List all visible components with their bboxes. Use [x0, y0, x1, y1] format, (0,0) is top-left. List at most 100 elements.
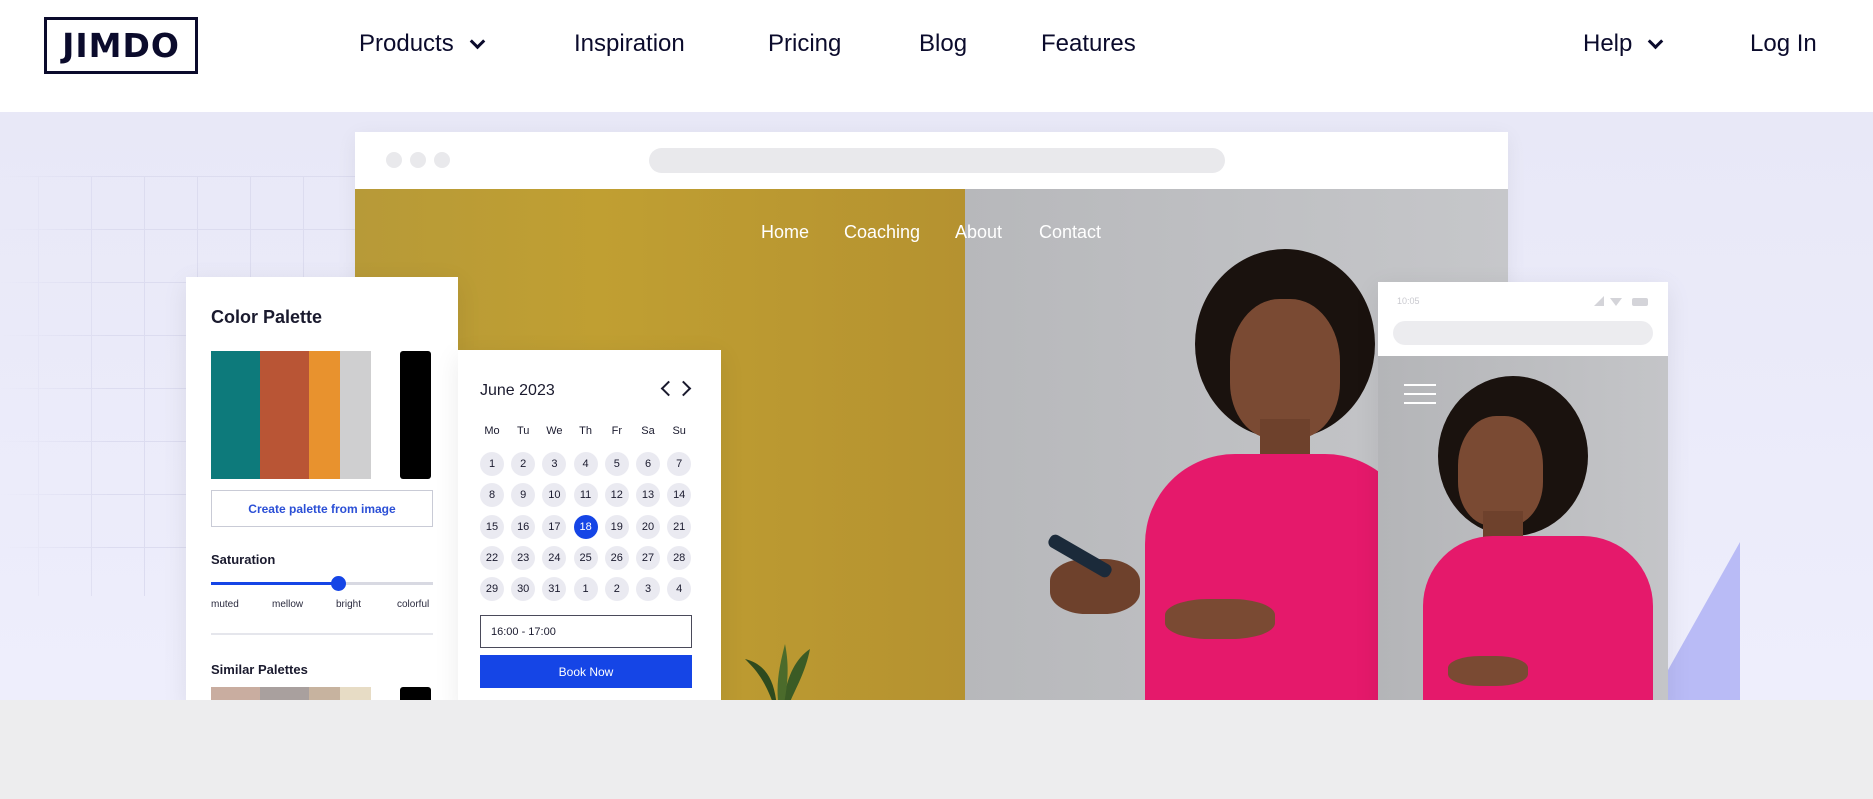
nav-blog[interactable]: Blog	[919, 30, 967, 58]
login-link[interactable]: Log In	[1750, 30, 1817, 58]
calendar-day[interactable]: 13	[636, 483, 660, 508]
calendar-day[interactable]: 2	[511, 452, 536, 476]
color-swatch[interactable]	[260, 351, 309, 479]
calendar-weekday: Mo	[484, 425, 500, 437]
window-dot-icon	[410, 152, 426, 168]
calendar-day[interactable]: 7	[667, 452, 692, 476]
calendar-day[interactable]: 18	[573, 514, 598, 539]
calendar-weekday: We	[546, 425, 563, 437]
calendar-day[interactable]: 3	[542, 452, 567, 476]
saturation-slider[interactable]	[211, 576, 433, 591]
nav-pricing[interactable]: Pricing	[768, 30, 841, 58]
color-swatch[interactable]	[340, 351, 371, 479]
browser-url-bar	[649, 148, 1225, 173]
calendar-day[interactable]: 4	[667, 577, 692, 602]
palette-title: Color Palette	[211, 307, 323, 327]
calendar-day[interactable]: 4	[573, 452, 598, 476]
status-icons	[1594, 296, 1648, 306]
hero-section: Home Coaching About Contact Color Palett…	[0, 112, 1873, 700]
chevron-down-icon	[1648, 33, 1664, 49]
color-swatch[interactable]	[340, 687, 371, 700]
window-dot-icon	[434, 152, 450, 168]
window-dot-icon	[386, 152, 402, 168]
calendar-day[interactable]: 3	[636, 577, 660, 602]
saturation-tick-colorful: colorful	[397, 599, 430, 610]
calendar-day[interactable]: 8	[480, 483, 504, 508]
woman-photo	[995, 229, 1415, 700]
chevron-down-icon	[469, 33, 485, 49]
calendar-day[interactable]: 10	[542, 483, 567, 508]
calendar-weekday: Tu	[516, 425, 530, 437]
site-nav-home: Home	[761, 222, 810, 242]
color-palette-card: Color Palette Create palette from image …	[186, 277, 458, 700]
calendar-day[interactable]: 24	[542, 545, 567, 570]
calendar-day[interactable]: 1	[480, 452, 504, 476]
mobile-site-preview	[1378, 356, 1668, 700]
calendar-day[interactable]: 16	[511, 514, 536, 539]
saturation-tick-bright: bright	[336, 599, 362, 610]
calendar-month: June 2023	[480, 382, 555, 399]
color-swatch[interactable]	[260, 687, 309, 700]
saturation-label: Saturation	[211, 552, 276, 567]
calendar-day[interactable]: 30	[511, 577, 536, 602]
site-nav-coaching: Coaching	[844, 222, 921, 242]
nav-products-label: Products	[359, 30, 454, 57]
color-swatch[interactable]	[309, 687, 340, 700]
calendar-day[interactable]: 29	[480, 577, 504, 602]
calendar-day[interactable]: 27	[636, 545, 660, 570]
page-footer-area	[0, 700, 1873, 799]
calendar-day[interactable]: 1	[573, 577, 598, 602]
calendar-day[interactable]: 17	[542, 514, 567, 539]
nav-help-label: Help	[1583, 30, 1633, 57]
calendar-day[interactable]: 5	[604, 452, 629, 476]
saturation-tick-muted: muted	[211, 599, 239, 610]
color-swatch[interactable]	[211, 351, 260, 479]
woman-photo-mobile	[1418, 366, 1668, 700]
chevron-left-icon[interactable]	[660, 380, 677, 397]
nav-features[interactable]: Features	[1041, 30, 1136, 58]
color-swatch[interactable]	[400, 687, 431, 700]
calendar-day[interactable]: 14	[667, 483, 692, 508]
calendar-day[interactable]: 12	[604, 483, 629, 508]
calendar-day[interactable]: 2	[604, 577, 629, 602]
similar-palettes-label: Similar Palettes	[211, 662, 308, 677]
saturation-slider-knob[interactable]	[330, 576, 346, 591]
create-palette-button[interactable]: Create palette from image	[211, 490, 433, 527]
plant-image	[745, 644, 810, 700]
calendar-day[interactable]: 26	[604, 545, 629, 570]
jimdo-logo[interactable]: JIMDO	[44, 17, 198, 74]
time-slot-field[interactable]: 16:00 - 17:00	[480, 615, 692, 648]
calendar-day[interactable]: 19	[604, 514, 629, 539]
calendar-weekday: Sa	[641, 425, 655, 437]
booking-calendar-card: June 2023 Mo Tu We Th Fr Sa Su 1 2 3 4 5 6 7 8 9 10 11 12 1…	[458, 350, 721, 700]
mobile-url-bar	[1393, 321, 1653, 345]
calendar-day[interactable]: 6	[636, 452, 660, 476]
calendar-day[interactable]: 9	[511, 483, 536, 508]
color-swatch[interactable]	[400, 351, 431, 479]
mobile-mockup: 10:05	[1378, 282, 1668, 700]
calendar-day[interactable]: 21	[667, 514, 692, 539]
calendar-day[interactable]: 11	[573, 483, 598, 508]
calendar-day[interactable]: 23	[511, 545, 536, 570]
nav-inspiration[interactable]: Inspiration	[574, 30, 685, 58]
calendar-day[interactable]: 31	[542, 577, 567, 602]
book-now-button[interactable]: Book Now	[480, 655, 692, 688]
nav-help[interactable]: Help	[1583, 30, 1664, 58]
calendar-weekday: Fr	[611, 425, 622, 437]
calendar-day[interactable]: 15	[480, 514, 504, 539]
saturation-tick-mellow: mellow	[272, 599, 304, 610]
calendar-day[interactable]: 28	[667, 545, 692, 570]
mobile-status-time: 10:05	[1397, 296, 1420, 306]
calendar-day[interactable]: 22	[480, 545, 504, 570]
saturation-slider-fill	[211, 582, 338, 585]
top-navigation: JIMDO Products Inspiration Pricing Blog …	[0, 0, 1873, 112]
chevron-right-icon[interactable]	[675, 380, 692, 397]
calendar-weekday: Su	[672, 425, 686, 437]
divider	[211, 633, 433, 635]
calendar-day[interactable]: 20	[636, 514, 660, 539]
calendar-weekday: Th	[579, 425, 593, 437]
calendar-day[interactable]: 25	[573, 545, 598, 570]
nav-products[interactable]: Products	[359, 30, 485, 58]
color-swatch[interactable]	[309, 351, 340, 479]
color-swatch[interactable]	[211, 687, 260, 700]
